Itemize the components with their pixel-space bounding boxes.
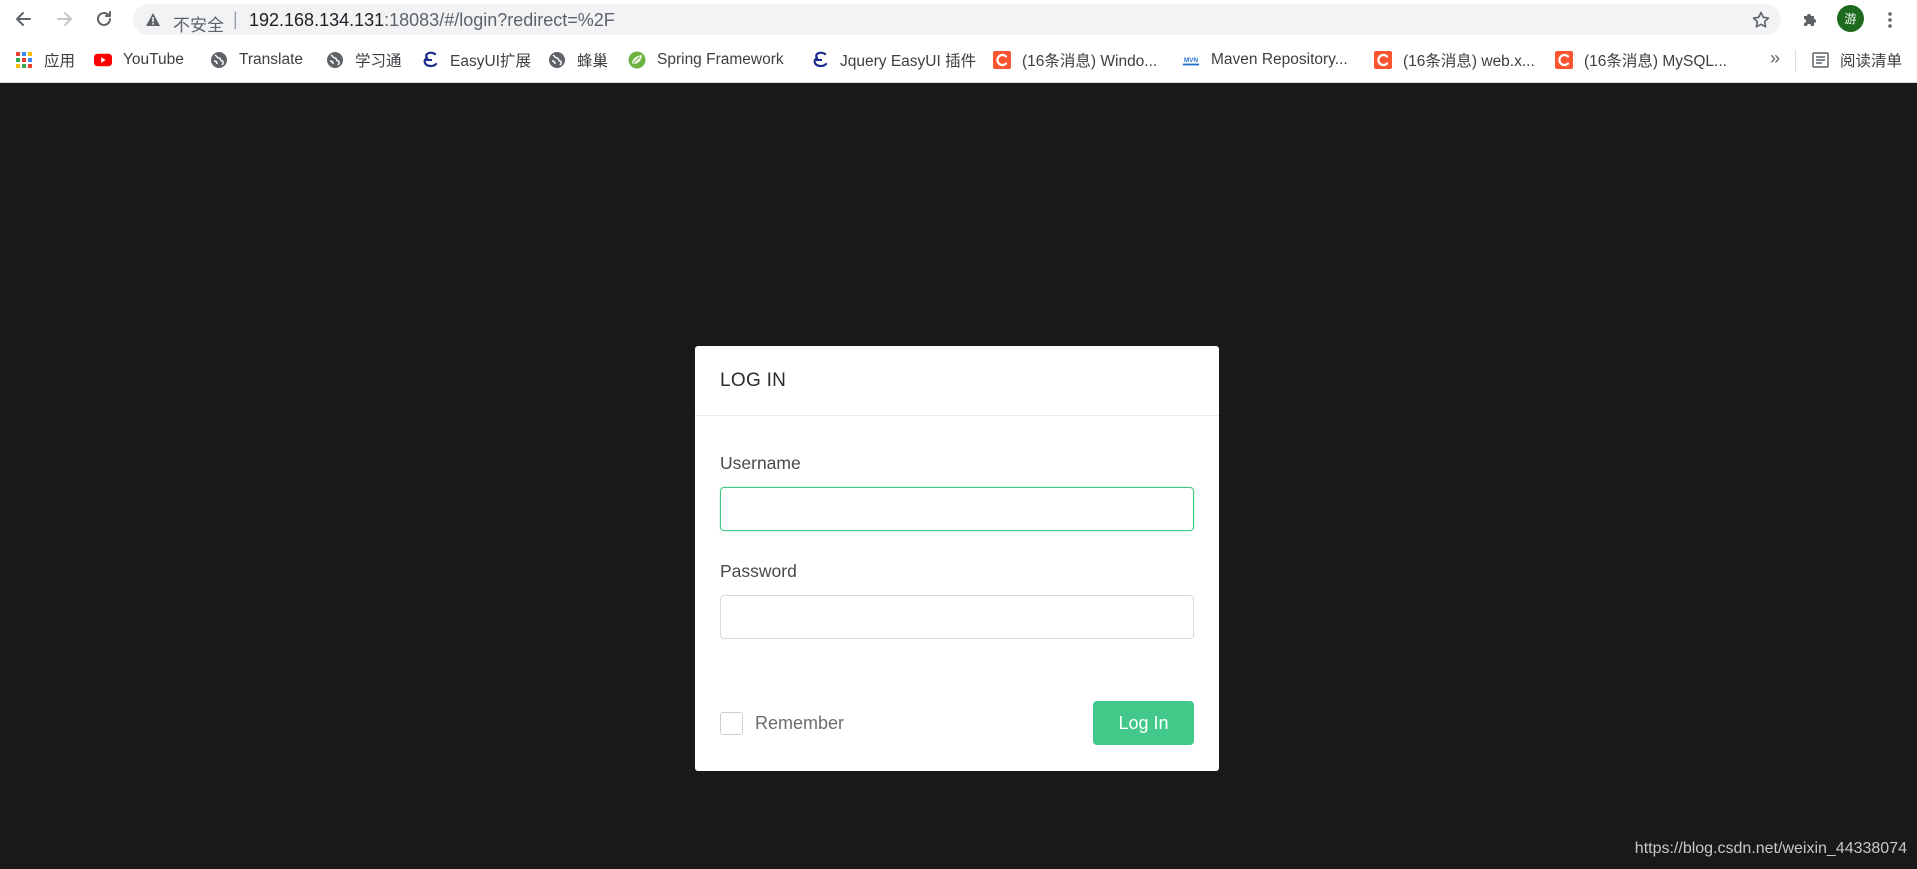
username-input[interactable] xyxy=(720,487,1194,531)
login-card: LOG IN Username Password Remember Log In xyxy=(695,346,1219,771)
csdn-icon xyxy=(993,51,1011,69)
page-content: LOG IN Username Password Remember Log In… xyxy=(0,83,1917,869)
bookmark-label: Jquery EasyUI 插件 xyxy=(840,53,977,70)
maven-icon: MVN xyxy=(1182,51,1200,69)
bookmark-spring-framework[interactable]: Spring Framework xyxy=(628,48,784,72)
profile-avatar[interactable]: 游 xyxy=(1837,5,1864,32)
password-label: Password xyxy=(720,561,797,581)
globe-icon xyxy=(326,51,344,69)
reload-icon xyxy=(97,11,111,26)
bookmark-label: Maven Repository... xyxy=(1211,51,1348,68)
remember-checkbox[interactable] xyxy=(720,712,743,735)
browser-menu-button[interactable] xyxy=(1876,6,1904,34)
security-label[interactable]: 不安全 xyxy=(173,11,224,36)
url-text[interactable]: 192.168.134.131:18083/#/login?redirect=%… xyxy=(249,10,615,31)
address-bar[interactable]: 不安全 | 192.168.134.131:18083/#/login?redi… xyxy=(133,4,1781,35)
svg-text:MVN: MVN xyxy=(1184,57,1198,64)
bookmark-csdn-webxml[interactable]: (16条消息) web.x... xyxy=(1374,48,1535,72)
remember-option[interactable]: Remember xyxy=(720,712,844,735)
arrow-right-icon xyxy=(57,12,72,26)
easyui-icon xyxy=(811,51,829,69)
star-icon[interactable] xyxy=(1751,10,1771,30)
username-label: Username xyxy=(720,453,801,473)
apps-grid-icon xyxy=(15,51,33,69)
bookmark-label: 学习通 xyxy=(355,53,402,70)
reading-list-icon xyxy=(1811,51,1829,69)
arrow-left-icon xyxy=(16,12,31,26)
login-card-footer: Remember Log In xyxy=(720,701,1194,745)
bookmark-label: (16条消息) MySQL... xyxy=(1584,53,1727,70)
url-host: 192.168.134.131 xyxy=(249,10,385,30)
url-separator: | xyxy=(233,9,238,29)
forward-button[interactable] xyxy=(50,5,78,33)
bookmark-label: 蜂巢 xyxy=(577,53,609,70)
watermark-text: https://blog.csdn.net/weixin_44338074 xyxy=(1634,840,1907,857)
bookmark-jquery-easyui-plugin[interactable]: Jquery EasyUI 插件 xyxy=(811,48,976,72)
csdn-icon xyxy=(1555,51,1573,69)
bookmark-apps[interactable]: 应用 xyxy=(15,48,75,72)
bookmark-xuexitong[interactable]: 学习通 xyxy=(326,48,402,72)
back-button[interactable] xyxy=(10,5,38,33)
extensions-button[interactable] xyxy=(1796,6,1824,34)
warning-icon xyxy=(146,13,160,26)
bookmarks-divider xyxy=(1795,50,1796,72)
bookmarks-bar: 应用 YouTube Translate 学习通 EasyUI扩展 蜂巢 Spr… xyxy=(0,39,1917,83)
globe-icon xyxy=(548,51,566,69)
password-input[interactable] xyxy=(720,595,1194,639)
puzzle-icon xyxy=(1804,14,1816,26)
bookmark-easyui-extension[interactable]: EasyUI扩展 xyxy=(421,48,531,72)
kebab-menu-icon xyxy=(1888,12,1892,28)
bookmark-csdn-mysql[interactable]: (16条消息) MySQL... xyxy=(1555,48,1727,72)
bookmark-label: Translate xyxy=(239,51,304,68)
reading-list-button[interactable]: 阅读清单 xyxy=(1811,48,1902,72)
bookmark-translate[interactable]: Translate xyxy=(210,48,303,72)
bookmarks-overflow-button[interactable]: » xyxy=(1770,48,1780,69)
bookmark-label: YouTube xyxy=(123,51,184,68)
bookmark-label: Spring Framework xyxy=(657,51,784,68)
reload-button[interactable] xyxy=(90,5,118,33)
reading-list-label: 阅读清单 xyxy=(1840,53,1903,70)
bookmark-label: EasyUI扩展 xyxy=(450,53,531,70)
remember-label[interactable]: Remember xyxy=(755,713,844,734)
url-path: :18083/#/login?redirect=%2F xyxy=(384,10,615,30)
login-button[interactable]: Log In xyxy=(1093,701,1194,745)
bookmark-youtube[interactable]: YouTube xyxy=(94,48,184,72)
easyui-icon xyxy=(421,51,439,69)
spring-leaf-icon xyxy=(628,51,646,69)
bookmark-maven-repository[interactable]: MVN Maven Repository... xyxy=(1182,48,1348,72)
bookmark-label: 应用 xyxy=(44,53,76,70)
csdn-icon xyxy=(1374,51,1392,69)
login-card-header: LOG IN xyxy=(695,346,1219,416)
globe-icon xyxy=(210,51,228,69)
login-form: Username Password xyxy=(695,453,1219,639)
bookmark-label: (16条消息) web.x... xyxy=(1403,53,1535,70)
youtube-icon xyxy=(94,51,112,69)
login-title: LOG IN xyxy=(720,370,787,391)
browser-toolbar: 不安全 | 192.168.134.131:18083/#/login?redi… xyxy=(0,0,1917,39)
bookmark-label: (16条消息) Windo... xyxy=(1022,53,1158,70)
bookmark-fengchao[interactable]: 蜂巢 xyxy=(548,48,608,72)
bookmark-csdn-windows[interactable]: (16条消息) Windo... xyxy=(993,48,1157,72)
